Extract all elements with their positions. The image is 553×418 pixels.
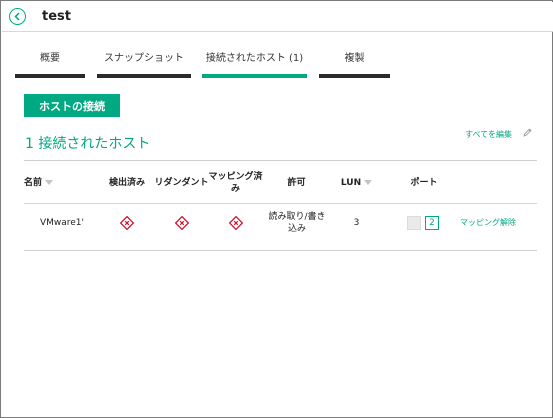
port-2-button[interactable]: 2	[425, 216, 439, 230]
tab-snapshots[interactable]: スナップショット	[97, 52, 191, 78]
unmap-link[interactable]: マッピング解除	[460, 217, 516, 229]
back-button[interactable]	[9, 8, 26, 25]
hosts-table: 名前 検出済み リダンダント マッピング済み 許可 LUN ポート VMware…	[24, 160, 537, 251]
col-mapped-header: マッピング済み	[208, 171, 263, 194]
col-name-label: 名前	[24, 177, 43, 188]
host-name: VMware1'	[39, 218, 85, 228]
col-redundant-header: リダンダント	[154, 177, 209, 188]
tab-underline-active	[202, 74, 307, 78]
tab-connected-hosts[interactable]: 接続されたホスト (1)	[202, 52, 307, 78]
tab-underline	[97, 74, 191, 78]
col-lun-label: LUN	[340, 177, 362, 188]
redundant-critical-icon	[154, 205, 209, 241]
page-title: test	[42, 9, 71, 24]
tab-underline	[319, 74, 390, 78]
sort-down-icon	[45, 180, 54, 185]
table-header: 名前 検出済み リダンダント マッピング済み 許可 LUN ポート	[24, 161, 537, 204]
permission-value: 読み取り/書き込み	[268, 212, 326, 234]
section-title: 1 接続されたホスト	[25, 136, 151, 152]
col-permission-header: 許可	[287, 177, 306, 188]
tab-snapshots-label: スナップショット	[104, 53, 184, 64]
edit-all-link[interactable]: すべてを編集	[465, 129, 512, 140]
col-lun-header[interactable]: LUN	[334, 161, 379, 204]
tab-replication[interactable]: 複製	[319, 52, 390, 78]
unmap-cell: マッピング解除	[460, 205, 516, 241]
mapped-critical-icon	[208, 205, 263, 241]
tab-replication-label: 複製	[344, 53, 365, 64]
pencil-icon[interactable]	[522, 127, 533, 138]
lun-value: 3	[353, 218, 360, 228]
col-name-header[interactable]: 名前	[24, 161, 86, 204]
tab-overview-label: 概要	[40, 53, 60, 64]
tab-underline	[15, 74, 85, 78]
col-port-header: ポート	[410, 177, 438, 188]
window-frame: test 概要 スナップショット 接続されたホスト (1) 複製 ホストの接続 …	[0, 0, 553, 418]
table-row: VMware1' 読み取り/書き込み 3 2 マッピング解除	[24, 205, 537, 251]
port-1-button[interactable]	[407, 216, 421, 230]
tab-overview[interactable]: 概要	[15, 52, 85, 78]
arrow-left-icon	[14, 12, 20, 21]
tab-connected-hosts-label: 接続されたホスト (1)	[205, 53, 304, 64]
detected-critical-icon	[102, 205, 152, 241]
header-bar: test	[2, 2, 553, 32]
connect-host-button[interactable]: ホストの接続	[24, 94, 120, 117]
sort-down-icon	[364, 180, 373, 185]
col-detected-header: 検出済み	[108, 177, 145, 188]
